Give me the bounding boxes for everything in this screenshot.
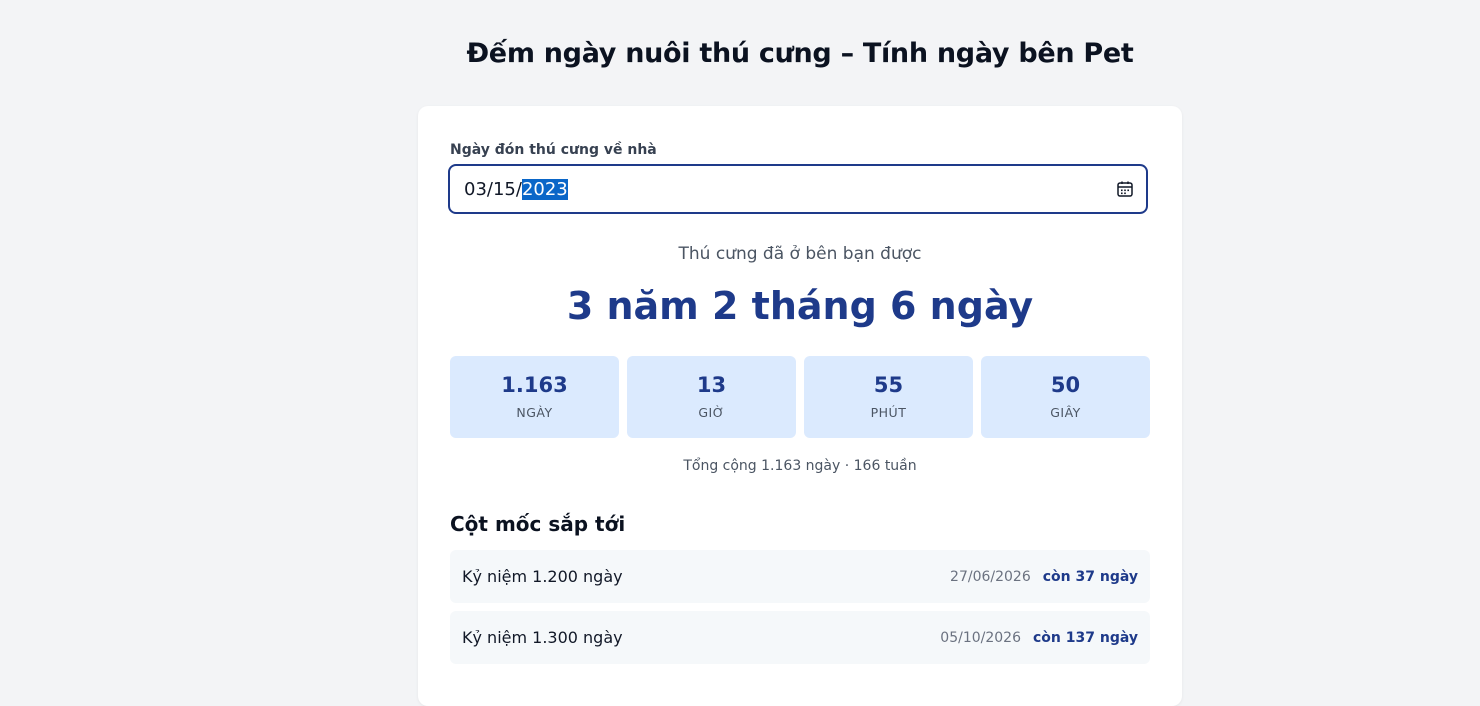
stat-value: 13 (696, 373, 727, 397)
adoption-date-label: Ngày đón thú cưng về nhà (450, 142, 657, 158)
stat-value: 50 (1050, 373, 1081, 397)
since-label: Thú cưng đã ở bên bạn được (678, 244, 922, 264)
milestone-name: Kỷ niệm 1.300 ngày (462, 628, 623, 647)
milestone-item: Kỷ niệm 1.300 ngày 05/10/2026 còn 137 ng… (450, 611, 1150, 664)
counter-card: Ngày đón thú cưng về nhà 03/15/2023 Thú … (418, 106, 1182, 706)
milestone-remaining: còn 137 ngày (1033, 629, 1138, 646)
stat-value: 55 (873, 373, 904, 397)
milestones-title: Cột mốc sắp tới (450, 512, 626, 536)
stat-minutes: 55 PHÚT (804, 356, 973, 438)
stat-value: 1.163 (501, 373, 568, 397)
stat-hours: 13 GIỜ (627, 356, 796, 438)
milestone-date: 05/10/2026 (940, 629, 1021, 646)
milestone-remaining: còn 37 ngày (1042, 568, 1138, 585)
total-summary: Tổng cộng 1.163 ngày · 166 tuần (683, 458, 917, 474)
duration-display: 3 năm 2 tháng 6 ngày (566, 284, 1034, 328)
milestones-list: Kỷ niệm 1.200 ngày 27/06/2026 còn 37 ngà… (450, 550, 1150, 672)
stat-unit: NGÀY (516, 405, 553, 420)
calendar-icon[interactable] (1116, 180, 1134, 198)
adoption-date-input[interactable]: 03/15/2023 (448, 164, 1148, 214)
milestone-item: Kỷ niệm 1.200 ngày 27/06/2026 còn 37 ngà… (450, 550, 1150, 603)
stat-unit: GIỜ (698, 405, 725, 420)
stat-unit: PHÚT (870, 405, 907, 420)
page-title: Đếm ngày nuôi thú cưng – Tính ngày bên P… (466, 38, 1134, 69)
milestone-name: Kỷ niệm 1.200 ngày (462, 567, 623, 586)
date-value[interactable]: 03/15/2023 (464, 178, 1116, 200)
date-year-segment[interactable]: 2023 (521, 178, 568, 200)
stat-unit: GIÂY (1050, 405, 1081, 420)
stat-seconds: 50 GIÂY (981, 356, 1150, 438)
stats-grid: 1.163 NGÀY 13 GIỜ 55 PHÚT 50 GIÂY (450, 356, 1150, 438)
milestone-date: 27/06/2026 (950, 568, 1031, 585)
stat-days: 1.163 NGÀY (450, 356, 619, 438)
